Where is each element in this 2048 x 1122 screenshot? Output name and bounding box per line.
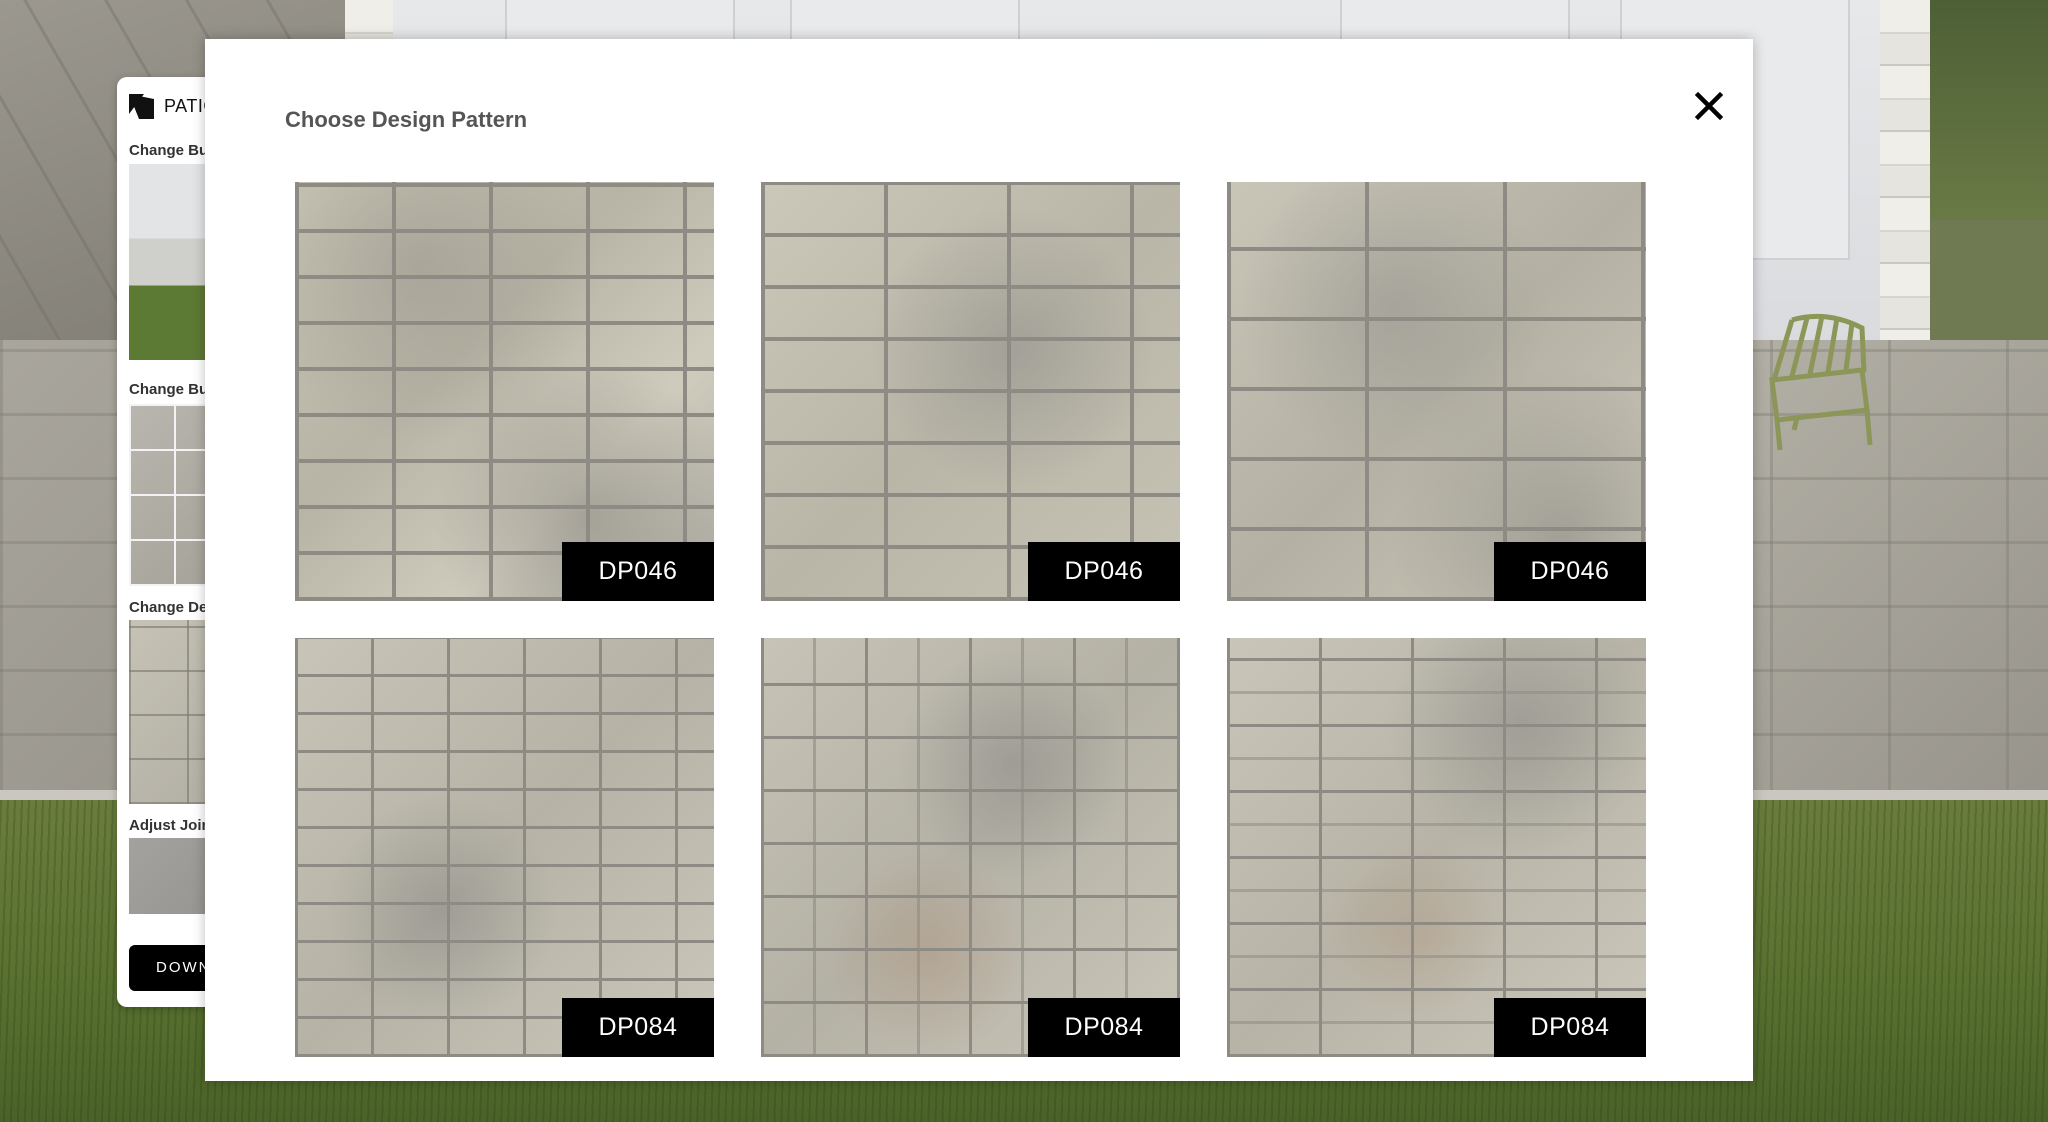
shrubs: [1930, 0, 2048, 220]
pattern-card[interactable]: DP046: [1227, 182, 1646, 601]
pattern-card[interactable]: DP084: [295, 638, 714, 1057]
pattern-swatch: [761, 182, 1180, 601]
pattern-card[interactable]: DP084: [761, 638, 1180, 1057]
close-button[interactable]: [1692, 89, 1726, 123]
pattern-code: DP084: [1494, 998, 1646, 1057]
section-label-joint: Adjust Joint: [129, 817, 216, 834]
pattern-code: DP046: [1028, 542, 1180, 601]
pattern-code: DP046: [1494, 542, 1646, 601]
design-pattern-modal: Choose Design Pattern DP046 DP046 DP046 …: [205, 39, 1753, 1081]
modal-title: Choose Design Pattern: [285, 107, 528, 132]
pattern-code: DP084: [1028, 998, 1180, 1057]
pattern-swatch: [1227, 182, 1646, 601]
pattern-swatch: [1227, 638, 1646, 1057]
garden-chair: [1769, 313, 1873, 451]
pattern-code: DP046: [562, 542, 714, 601]
pattern-code: DP084: [562, 998, 714, 1057]
pattern-card[interactable]: DP046: [761, 182, 1180, 601]
brand-logo-icon: [129, 94, 154, 119]
pattern-swatch: [295, 638, 714, 1057]
pattern-card[interactable]: DP046: [295, 182, 714, 601]
pattern-swatch: [295, 182, 714, 601]
close-icon: [1694, 91, 1724, 121]
pattern-card[interactable]: DP084: [1227, 638, 1646, 1057]
pattern-swatch: [761, 638, 1180, 1057]
house-corner-stones-right: [1880, 0, 1930, 370]
